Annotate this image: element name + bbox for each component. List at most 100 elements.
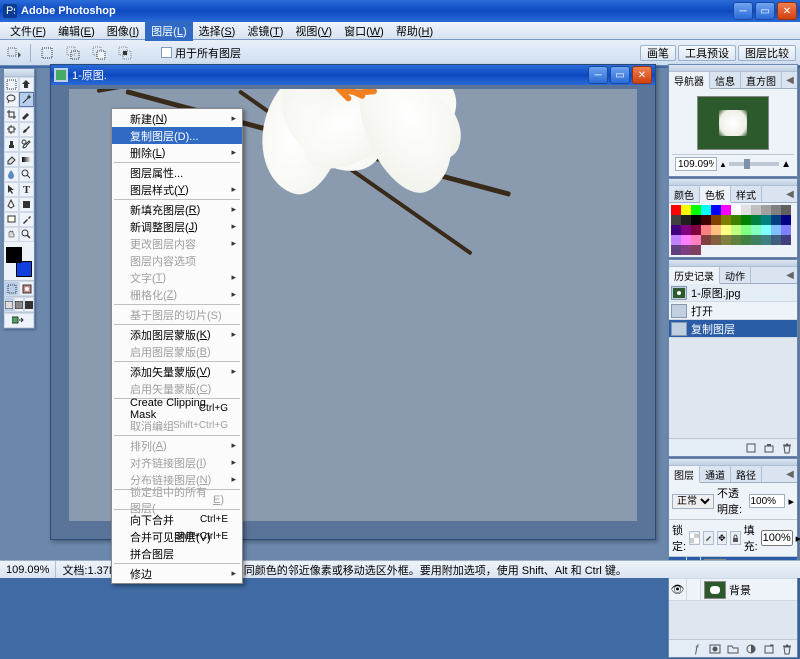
eyedropper-tool[interactable]: [19, 212, 34, 227]
foreground-color[interactable]: [6, 247, 22, 263]
shape-tool[interactable]: [19, 197, 34, 212]
menu-选择[interactable]: 选择(S): [193, 21, 242, 41]
menu-视图[interactable]: 视图(V): [289, 21, 338, 41]
swatch[interactable]: [751, 205, 761, 215]
swatch[interactable]: [771, 235, 781, 245]
lock-position-icon[interactable]: ✥: [717, 531, 727, 545]
screen-full-icon[interactable]: [24, 297, 34, 312]
menu-窗口[interactable]: 窗口(W): [338, 21, 390, 41]
zoom-tool[interactable]: [19, 227, 34, 242]
panel-menu-icon[interactable]: ◀: [783, 72, 797, 88]
palette-well-图层比较[interactable]: 图层比较: [738, 45, 796, 61]
color-swatches[interactable]: [4, 245, 34, 279]
tab-历史记录[interactable]: 历史记录: [669, 267, 720, 284]
adjustment-layer-icon[interactable]: [743, 642, 759, 656]
swatch[interactable]: [671, 245, 681, 255]
layer-style-icon[interactable]: ƒ: [689, 642, 705, 656]
swatch[interactable]: [771, 225, 781, 235]
healing-tool[interactable]: [4, 122, 19, 137]
menu-文件[interactable]: 文件(F): [4, 21, 52, 41]
swatch[interactable]: [691, 245, 701, 255]
dodge-tool[interactable]: [19, 167, 34, 182]
menu-图层[interactable]: 图层(L): [145, 21, 192, 41]
menu-帮助[interactable]: 帮助(H): [390, 21, 439, 41]
maximize-button[interactable]: ▭: [755, 2, 775, 20]
menu-滤镜[interactable]: 滤镜(T): [241, 21, 289, 41]
history-brush-tool[interactable]: [19, 137, 34, 152]
quickmask-mode-icon[interactable]: [19, 281, 34, 296]
swatch[interactable]: [691, 235, 701, 245]
menu-item[interactable]: 复制图层(D)...: [112, 127, 242, 144]
jump-to-imageready-icon[interactable]: [4, 313, 34, 328]
swatch[interactable]: [741, 205, 751, 215]
zoom-slider[interactable]: [729, 162, 779, 166]
tab-直方图[interactable]: 直方图: [741, 72, 782, 88]
swatch[interactable]: [781, 225, 791, 235]
type-tool[interactable]: T: [19, 182, 34, 197]
swatch[interactable]: [701, 225, 711, 235]
swatch[interactable]: [771, 205, 781, 215]
swatch[interactable]: [671, 235, 681, 245]
crop-tool[interactable]: [4, 107, 19, 122]
tab-动作[interactable]: 动作: [720, 267, 751, 283]
lock-pixels-icon[interactable]: [703, 531, 714, 545]
tab-色板[interactable]: 色板: [700, 186, 731, 203]
history-entry[interactable]: 复制图层: [669, 320, 797, 338]
swatch[interactable]: [751, 235, 761, 245]
menu-item[interactable]: 新建(N): [112, 110, 242, 127]
swatch[interactable]: [731, 215, 741, 225]
swatch[interactable]: [731, 225, 741, 235]
swatch[interactable]: [701, 205, 711, 215]
selection-add-icon[interactable]: [63, 44, 83, 62]
hand-tool[interactable]: [4, 227, 19, 242]
selection-new-icon[interactable]: [37, 44, 57, 62]
history-entry[interactable]: 打开: [669, 302, 797, 320]
swatch[interactable]: [721, 205, 731, 215]
notes-tool[interactable]: [4, 212, 19, 227]
zoom-in-icon[interactable]: ▲: [781, 159, 791, 170]
tab-样式[interactable]: 样式: [731, 186, 762, 202]
zoom-out-icon[interactable]: ▲: [719, 160, 727, 169]
fill-flyout-icon[interactable]: ▸: [796, 532, 800, 545]
swatch[interactable]: [781, 205, 791, 215]
zoom-input[interactable]: [675, 157, 717, 171]
swatch[interactable]: [691, 205, 701, 215]
swatch[interactable]: [741, 235, 751, 245]
swatch[interactable]: [761, 215, 771, 225]
delete-layer-icon[interactable]: [779, 642, 795, 656]
move-tool[interactable]: [19, 77, 34, 92]
new-layer-icon[interactable]: [761, 642, 777, 656]
menu-item[interactable]: 添加图层蒙版(K): [112, 326, 242, 343]
menu-编辑[interactable]: 编辑(E): [52, 21, 101, 41]
selection-intersect-icon[interactable]: [115, 44, 135, 62]
menu-item[interactable]: 图层属性...: [112, 164, 242, 181]
swatch[interactable]: [741, 215, 751, 225]
slice-tool[interactable]: [19, 107, 34, 122]
menu-item[interactable]: 新调整图层(J): [112, 218, 242, 235]
swatch[interactable]: [701, 215, 711, 225]
menu-item[interactable]: 修边: [112, 565, 242, 582]
lock-all-icon[interactable]: [730, 531, 741, 545]
swatch[interactable]: [721, 215, 731, 225]
swatch[interactable]: [681, 245, 691, 255]
swatch[interactable]: [681, 235, 691, 245]
swatch[interactable]: [751, 225, 761, 235]
tab-颜色[interactable]: 颜色: [669, 186, 700, 202]
swatch[interactable]: [671, 215, 681, 225]
menu-item[interactable]: 删除(L): [112, 144, 242, 161]
opacity-flyout-icon[interactable]: ▸: [788, 495, 794, 508]
lasso-tool[interactable]: [4, 92, 19, 107]
menu-item[interactable]: 向下合并Ctrl+E: [112, 511, 242, 528]
visibility-icon[interactable]: 👁: [669, 579, 687, 600]
standard-mode-icon[interactable]: [4, 281, 19, 296]
eraser-tool[interactable]: [4, 152, 19, 167]
blur-tool[interactable]: [4, 167, 19, 182]
swatch[interactable]: [781, 215, 791, 225]
blend-mode-select[interactable]: 正常: [672, 494, 714, 509]
delete-state-icon[interactable]: [779, 441, 795, 455]
gradient-tool[interactable]: [19, 152, 34, 167]
navigator-thumbnail[interactable]: [697, 96, 769, 150]
menu-item[interactable]: Create Clipping MaskCtrl+G: [112, 400, 242, 417]
new-set-icon[interactable]: [725, 642, 741, 656]
tab-通道[interactable]: 通道: [700, 466, 731, 482]
